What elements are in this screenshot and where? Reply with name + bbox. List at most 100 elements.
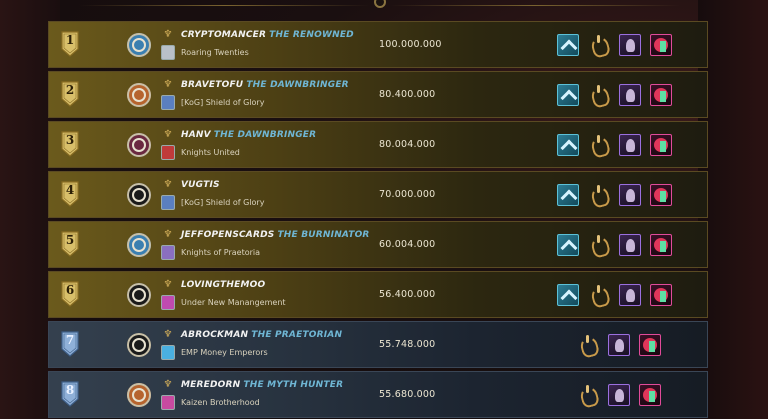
league-emblem-icon bbox=[127, 183, 151, 207]
player-name[interactable]: BRAVETOFU bbox=[181, 80, 243, 90]
player-name-line[interactable]: LOVINGTHEMOO bbox=[181, 280, 268, 290]
gold-serpent-card-icon[interactable] bbox=[588, 134, 610, 156]
guild-name[interactable]: Knights United bbox=[181, 148, 240, 157]
leaderboard-row[interactable]: 7 ♆ ABROCKMAN THE PRAETORIAN EMP Money Em… bbox=[48, 321, 708, 368]
guild-name[interactable]: Knights of Praetoria bbox=[181, 248, 260, 257]
hooded-figure-card-icon[interactable] bbox=[619, 34, 641, 56]
gold-serpent-card-icon[interactable] bbox=[577, 334, 599, 356]
player-name[interactable]: MEREDORN bbox=[181, 380, 240, 390]
player-score: 80.004.000 bbox=[379, 139, 436, 150]
gold-serpent-card-icon[interactable] bbox=[588, 284, 610, 306]
guild-name[interactable]: Under New Manangement bbox=[181, 298, 286, 307]
player-name[interactable]: ABROCKMAN bbox=[181, 330, 248, 340]
leaderboard-row[interactable]: 1 ♆ CRYPTOMANCER THE RENOWNED Roaring Twe… bbox=[48, 21, 708, 68]
player-score: 80.400.000 bbox=[379, 89, 436, 100]
player-title: THE PRAETORIAN bbox=[251, 330, 343, 340]
dragon-card-icon[interactable] bbox=[650, 284, 672, 306]
card-collection bbox=[557, 184, 672, 206]
rank-up-card-icon[interactable] bbox=[557, 34, 579, 56]
guild-crest-icon bbox=[161, 395, 175, 410]
leaderboard-row[interactable]: 8 ♆ MEREDORN THE MYTH HUNTER Kaizen Broth… bbox=[48, 371, 708, 418]
background-right-art bbox=[698, 0, 768, 419]
player-name[interactable]: HANV bbox=[181, 130, 211, 140]
card-collection bbox=[557, 284, 672, 306]
hooded-figure-card-icon[interactable] bbox=[619, 184, 641, 206]
player-name-line[interactable]: HANV THE DAWNBRINGER bbox=[181, 130, 316, 140]
player-title: THE DAWNBRINGER bbox=[246, 80, 349, 90]
title-crest-icon: ♆ bbox=[163, 129, 173, 140]
player-name-line[interactable]: CRYPTOMANCER THE RENOWNED bbox=[181, 30, 354, 40]
card-collection bbox=[557, 34, 672, 56]
title-crest-icon: ♆ bbox=[163, 329, 173, 340]
player-name-line[interactable]: VUGTIS bbox=[181, 180, 223, 190]
gold-serpent-card-icon[interactable] bbox=[577, 384, 599, 406]
player-name-line[interactable]: MEREDORN THE MYTH HUNTER bbox=[181, 380, 343, 390]
guild-name[interactable]: Kaizen Brotherhood bbox=[181, 398, 260, 407]
player-title: THE BURNINATOR bbox=[277, 230, 370, 240]
player-name[interactable]: LOVINGTHEMOO bbox=[181, 280, 265, 290]
guild-name[interactable]: [KoG] Shield of Glory bbox=[181, 198, 264, 207]
hooded-figure-card-icon[interactable] bbox=[619, 84, 641, 106]
player-name[interactable]: JEFFOPENSCARDS bbox=[181, 230, 274, 240]
rank-badge: 1 bbox=[61, 31, 79, 57]
gold-serpent-card-icon[interactable] bbox=[588, 184, 610, 206]
hooded-figure-card-icon[interactable] bbox=[619, 134, 641, 156]
guild-crest-icon bbox=[161, 245, 175, 260]
leaderboard-row[interactable]: 3 ♆ HANV THE DAWNBRINGER Knights United 8… bbox=[48, 121, 708, 168]
rank-up-card-icon[interactable] bbox=[557, 284, 579, 306]
title-crest-icon: ♆ bbox=[163, 279, 173, 290]
dragon-card-icon[interactable] bbox=[650, 84, 672, 106]
top-ornament bbox=[80, 0, 680, 10]
title-crest-icon: ♆ bbox=[163, 29, 173, 40]
gold-serpent-card-icon[interactable] bbox=[588, 234, 610, 256]
hooded-figure-card-icon[interactable] bbox=[608, 384, 630, 406]
player-score: 60.004.000 bbox=[379, 239, 436, 250]
guild-crest-icon bbox=[161, 45, 175, 60]
gold-serpent-card-icon[interactable] bbox=[588, 84, 610, 106]
rank-number: 7 bbox=[65, 333, 75, 347]
league-emblem-icon bbox=[127, 233, 151, 257]
hooded-figure-card-icon[interactable] bbox=[608, 334, 630, 356]
dragon-card-icon[interactable] bbox=[650, 184, 672, 206]
leaderboard-row[interactable]: 5 ♆ JEFFOPENSCARDS THE BURNINATOR Knights… bbox=[48, 221, 708, 268]
rank-badge: 2 bbox=[61, 81, 79, 107]
guild-name[interactable]: EMP Money Emperors bbox=[181, 348, 268, 357]
rank-number: 4 bbox=[65, 183, 75, 197]
player-score: 56.400.000 bbox=[379, 289, 436, 300]
dragon-card-icon[interactable] bbox=[639, 384, 661, 406]
player-title: THE RENOWNED bbox=[269, 30, 354, 40]
hooded-figure-card-icon[interactable] bbox=[619, 284, 641, 306]
rank-badge: 7 bbox=[61, 331, 79, 357]
player-name-line[interactable]: ABROCKMAN THE PRAETORIAN bbox=[181, 330, 342, 340]
dragon-card-icon[interactable] bbox=[650, 234, 672, 256]
player-score: 55.680.000 bbox=[379, 389, 436, 400]
dragon-card-icon[interactable] bbox=[650, 34, 672, 56]
dragon-card-icon[interactable] bbox=[639, 334, 661, 356]
rank-up-card-icon[interactable] bbox=[557, 234, 579, 256]
rank-up-card-icon[interactable] bbox=[557, 84, 579, 106]
player-name-line[interactable]: BRAVETOFU THE DAWNBRINGER bbox=[181, 80, 349, 90]
rank-up-card-icon[interactable] bbox=[557, 134, 579, 156]
card-collection bbox=[577, 384, 661, 406]
guild-crest-icon bbox=[161, 345, 175, 360]
dragon-card-icon[interactable] bbox=[650, 134, 672, 156]
league-emblem-icon bbox=[127, 33, 151, 57]
gold-serpent-card-icon[interactable] bbox=[588, 34, 610, 56]
hooded-figure-card-icon[interactable] bbox=[619, 234, 641, 256]
guild-name[interactable]: [KoG] Shield of Glory bbox=[181, 98, 264, 107]
leaderboard-row[interactable]: 4 ♆ VUGTIS [KoG] Shield of Glory 70.000.… bbox=[48, 171, 708, 218]
player-score: 100.000.000 bbox=[379, 39, 442, 50]
title-crest-icon: ♆ bbox=[163, 79, 173, 90]
guild-crest-icon bbox=[161, 145, 175, 160]
leaderboard-row[interactable]: 6 ♆ LOVINGTHEMOO Under New Manangement 5… bbox=[48, 271, 708, 318]
player-name[interactable]: CRYPTOMANCER bbox=[181, 30, 266, 40]
player-name[interactable]: VUGTIS bbox=[181, 180, 220, 190]
title-crest-icon: ♆ bbox=[163, 379, 173, 390]
guild-name[interactable]: Roaring Twenties bbox=[181, 48, 249, 57]
rank-badge: 5 bbox=[61, 231, 79, 257]
rank-up-card-icon[interactable] bbox=[557, 184, 579, 206]
guild-crest-icon bbox=[161, 95, 175, 110]
leaderboard-row[interactable]: 2 ♆ BRAVETOFU THE DAWNBRINGER [KoG] Shiel… bbox=[48, 71, 708, 118]
player-name-line[interactable]: JEFFOPENSCARDS THE BURNINATOR bbox=[181, 230, 370, 240]
rank-number: 1 bbox=[65, 33, 75, 47]
